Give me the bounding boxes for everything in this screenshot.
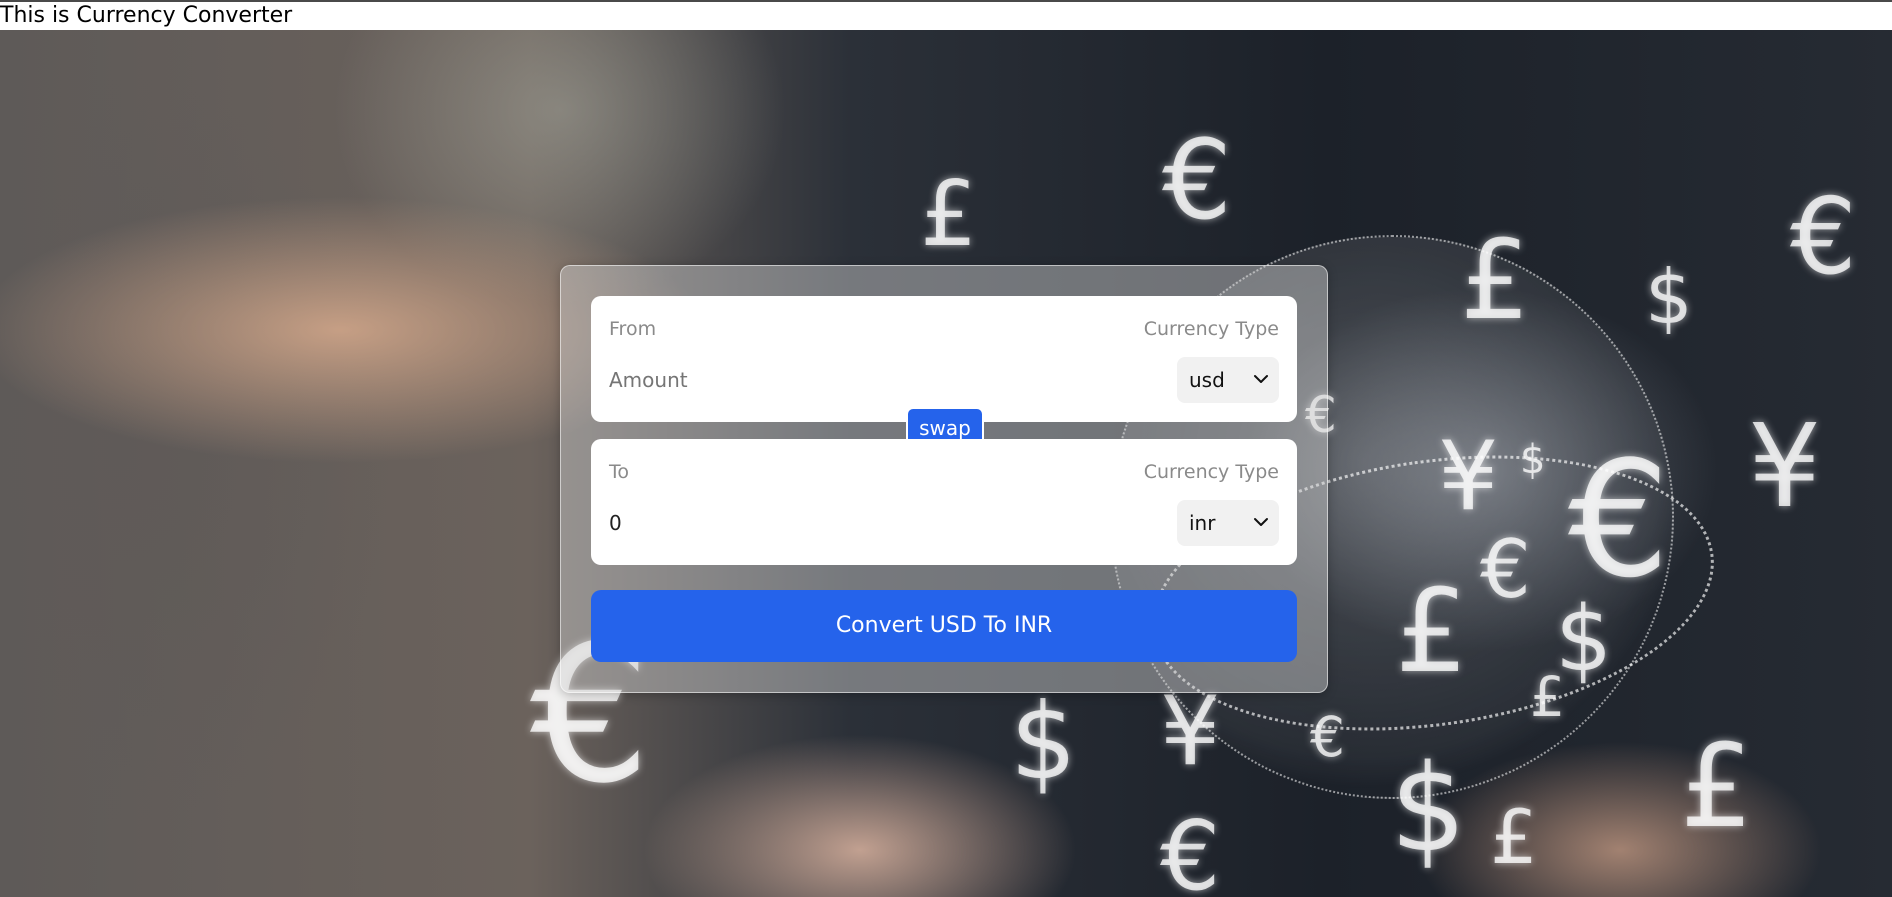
from-label: From [609, 318, 657, 340]
currency-symbol: ¥ [1438, 422, 1499, 532]
currency-symbol: ¥ [1748, 400, 1822, 534]
currency-symbol: £ [1490, 793, 1538, 881]
currency-symbol: € [1310, 705, 1345, 769]
to-label: To [609, 461, 630, 483]
to-amount-field[interactable]: 0 [609, 511, 1109, 535]
currency-symbol: £ [920, 162, 978, 267]
currency-symbol: ¥ [1160, 677, 1221, 787]
to-currency-value: inr [1189, 511, 1216, 535]
page-heading: This is Currency Converter [0, 2, 1892, 30]
currency-symbol: € [1162, 116, 1232, 244]
from-panel: From Currency Type usd [591, 296, 1297, 422]
currency-symbol: $ [1520, 437, 1546, 483]
from-currency-select[interactable]: usd [1177, 357, 1279, 403]
currency-symbol: $ [1010, 681, 1077, 803]
currency-symbol: $ [1645, 253, 1693, 341]
currency-symbol: $ [1390, 740, 1467, 879]
chevron-down-icon [1254, 375, 1268, 383]
to-panel: To Currency Type 0 inr [591, 439, 1297, 565]
currency-symbol: € [1160, 802, 1221, 897]
from-currency-value: usd [1189, 368, 1225, 392]
to-currency-select[interactable]: inr [1177, 500, 1279, 546]
currency-symbol: € [1568, 426, 1670, 613]
to-currency-type-label: Currency Type [1143, 461, 1279, 483]
currency-symbol: € [1480, 523, 1531, 616]
currency-symbol: £ [1530, 665, 1565, 729]
currency-symbol: £ [1395, 565, 1469, 699]
chevron-down-icon [1254, 518, 1268, 526]
convert-button[interactable]: Convert USD To INR [591, 590, 1297, 662]
currency-converter-card: From Currency Type usd swap To Currency … [560, 265, 1328, 693]
currency-symbol: £ [1460, 216, 1530, 344]
currency-symbol: € [1790, 176, 1857, 298]
from-currency-type-label: Currency Type [1143, 318, 1279, 340]
from-amount-input[interactable] [609, 368, 1109, 392]
currency-symbol: £ [1680, 720, 1754, 854]
